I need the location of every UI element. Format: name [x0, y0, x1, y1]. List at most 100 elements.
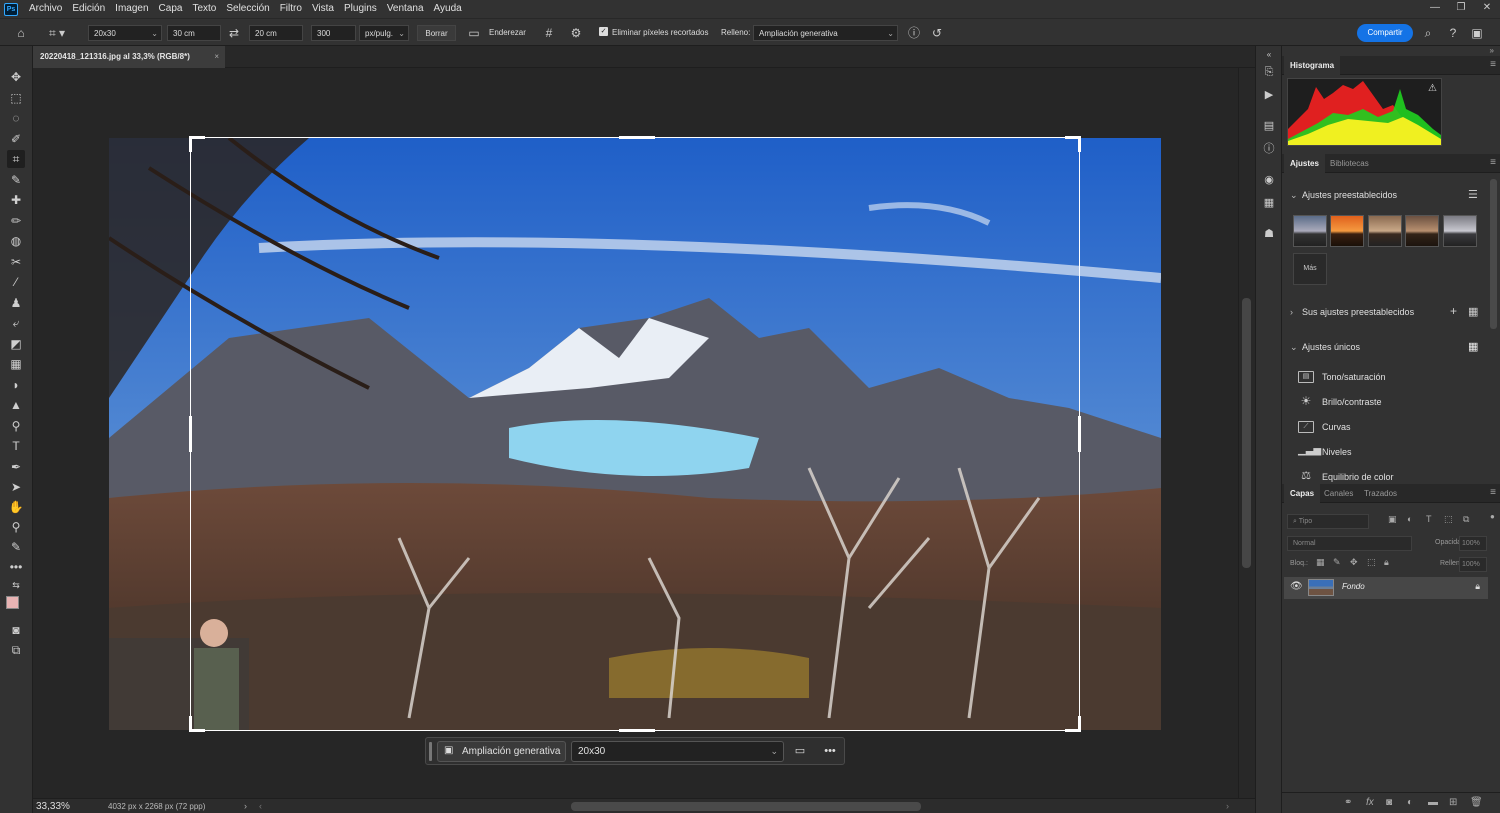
document-canvas[interactable] [33, 68, 1238, 798]
lock-transparent-icon[interactable]: ▦ [1316, 557, 1325, 568]
crop-handle-top-right-v[interactable] [1078, 136, 1081, 152]
dodge-tool-icon[interactable]: ⚲ [7, 417, 25, 435]
art-brush-tool-icon[interactable]: ⤶ [7, 314, 25, 332]
history-brush-tool-icon[interactable]: ✂ [7, 253, 25, 271]
fx-icon[interactable]: fx [1366, 797, 1374, 808]
grid-overlay-icon[interactable]: # [541, 25, 557, 41]
foreground-color-swatch[interactable] [6, 596, 19, 609]
document-tab[interactable]: 20220418_121316.jpg al 33,3% (RGB/8*) × [33, 46, 225, 68]
healing-brush-tool-icon[interactable]: ✚ [7, 191, 25, 209]
pen-tool-icon[interactable]: ✒ [7, 458, 25, 476]
move-tool-icon[interactable]: ✥ [7, 68, 25, 86]
delete-cropped-checkbox[interactable]: ✓ [599, 27, 608, 36]
presets-section-header[interactable]: ⌄ Ajustes preestablecidos [1290, 190, 1397, 201]
lock-position-icon[interactable]: ✥ [1350, 557, 1358, 568]
filter-image-icon[interactable]: ▣ [1388, 514, 1397, 525]
grid-view-icon[interactable]: ▦ [1468, 305, 1478, 318]
layer-row[interactable]: 👁︎ Fondo 🔒︎ [1284, 577, 1488, 599]
new-adjustment-icon[interactable]: ◐ [1407, 797, 1413, 808]
crop-handle-left[interactable] [189, 416, 192, 452]
fill-input[interactable]: 100% [1459, 557, 1487, 572]
info-panel-icon[interactable]: ⓘ [1261, 141, 1277, 157]
tab-ajustes[interactable]: Ajustes [1284, 154, 1325, 173]
blur-tool-icon[interactable]: ◗ [7, 376, 25, 394]
filter-type-icon[interactable]: T [1426, 514, 1432, 524]
preset-thumbnail-3[interactable] [1368, 215, 1402, 247]
properties-panel-icon[interactable]: ▤ [1261, 118, 1277, 134]
menu-edicion[interactable]: Edición [67, 0, 110, 18]
adjustment-curves[interactable]: ⟋ Curvas [1298, 417, 1351, 437]
vertical-scroll-thumb[interactable] [1242, 298, 1251, 568]
zoom-tool-icon[interactable]: ⚲ [7, 518, 25, 536]
menu-ayuda[interactable]: Ayuda [429, 0, 467, 18]
clear-button[interactable]: Borrar [417, 25, 456, 41]
restore-button[interactable]: ❐ [1448, 0, 1474, 18]
lock-all-icon[interactable]: 🔒︎ [1384, 557, 1389, 568]
tab-trazados[interactable]: Trazados [1358, 484, 1403, 503]
more-presets-button[interactable]: Más [1293, 253, 1327, 285]
menu-capa[interactable]: Capa [154, 0, 188, 18]
eyedropper-alt-tool-icon[interactable]: ✎ [7, 538, 25, 556]
zoom-level[interactable]: 33,33% [36, 801, 70, 812]
hand-tool-icon[interactable]: ✋ [7, 498, 25, 516]
menu-texto[interactable]: Texto [187, 0, 221, 18]
reset-icon[interactable]: ↺ [929, 25, 945, 41]
swatches-panel-icon[interactable]: ▦ [1261, 195, 1277, 211]
gear-icon[interactable]: ⚙ [568, 25, 584, 41]
panel-menu-icon[interactable]: ≡ [1490, 487, 1496, 498]
swap-colors-icon[interactable]: ⇆ [7, 576, 25, 594]
paint-brush-tool-icon[interactable]: ⁄ [7, 273, 25, 291]
crop-handle-bottom[interactable] [619, 729, 655, 732]
tab-canales[interactable]: Canales [1318, 484, 1359, 503]
quick-mask-icon[interactable]: ◙ [7, 621, 25, 639]
preset-thumbnail-5[interactable] [1443, 215, 1477, 247]
link-layers-icon[interactable]: ⚭ [1344, 797, 1352, 808]
lock-pixels-icon[interactable]: ✎ [1333, 557, 1341, 568]
share-button[interactable]: Compartir [1357, 24, 1413, 42]
more-options-icon[interactable]: ••• [822, 743, 838, 759]
scroll-right-icon[interactable]: › [1226, 801, 1229, 811]
menu-imagen[interactable]: Imagen [110, 0, 153, 18]
horizontal-scroll-thumb[interactable] [571, 802, 921, 811]
close-button[interactable]: ✕ [1474, 0, 1500, 18]
vertical-scrollbar[interactable] [1238, 68, 1255, 798]
single-adjustments-section-header[interactable]: ⌄ Ajustes únicos [1290, 342, 1360, 353]
chevron-right-icon[interactable]: › [244, 801, 247, 811]
more-tools-icon[interactable]: ••• [7, 558, 25, 576]
home-icon[interactable]: ⌂ [13, 25, 29, 41]
marquee-tool-icon[interactable]: ⬚ [7, 89, 25, 107]
new-group-icon[interactable]: ▬ [1428, 797, 1438, 808]
path-selection-tool-icon[interactable]: ➤ [7, 478, 25, 496]
preset-thumbnail-4[interactable] [1405, 215, 1439, 247]
menu-ventana[interactable]: Ventana [382, 0, 429, 18]
scroll-left-icon[interactable]: ‹ [259, 801, 262, 811]
panel-menu-icon[interactable]: ≡ [1490, 157, 1496, 168]
expand-panels-icon[interactable]: » [1490, 46, 1494, 55]
delete-layer-icon[interactable]: 🗑︎ [1470, 797, 1483, 808]
crop-handle-right[interactable] [1078, 416, 1081, 452]
menu-archivo[interactable]: Archivo [24, 0, 67, 18]
collapse-panels-icon[interactable]: « [1261, 47, 1277, 63]
libraries-panel-icon[interactable]: ☗ [1261, 226, 1277, 242]
adjustment-brightness-contrast[interactable]: ☀ Brillo/contraste [1298, 392, 1382, 412]
crop-handle-bottom-left-v[interactable] [189, 716, 192, 732]
brush-tool-icon[interactable]: ✏ [7, 212, 25, 230]
screen-mode-icon[interactable]: ⧉ [7, 641, 25, 659]
resolution-unit-select[interactable]: px/pulg. ⌄ [359, 25, 409, 41]
crop-tool-icon[interactable]: ⌗ [7, 150, 25, 168]
swap-icon[interactable]: ⇄ [226, 25, 242, 41]
workspace-icon[interactable]: ▣ [1469, 25, 1485, 41]
history-panel-icon[interactable]: ⎘ [1261, 64, 1277, 80]
straighten-icon[interactable]: ▭ [466, 25, 482, 41]
list-view-icon[interactable]: ☰ [1468, 188, 1478, 201]
tab-capas[interactable]: Capas [1284, 484, 1321, 503]
tab-histogram[interactable]: Histograma [1284, 56, 1341, 75]
warning-icon[interactable]: ⚠ [1428, 83, 1437, 94]
eraser-tool-icon[interactable]: ◩ [7, 335, 25, 353]
search-icon[interactable]: ⌕ [1420, 25, 1436, 41]
sharpen-tool-icon[interactable]: ▲ [7, 396, 25, 414]
straighten-icon[interactable]: ▭ [792, 743, 808, 759]
menu-seleccion[interactable]: Selección [221, 0, 274, 18]
object-selection-tool-icon[interactable]: ✐ [7, 130, 25, 148]
blend-mode-select[interactable]: Normal [1287, 536, 1412, 551]
